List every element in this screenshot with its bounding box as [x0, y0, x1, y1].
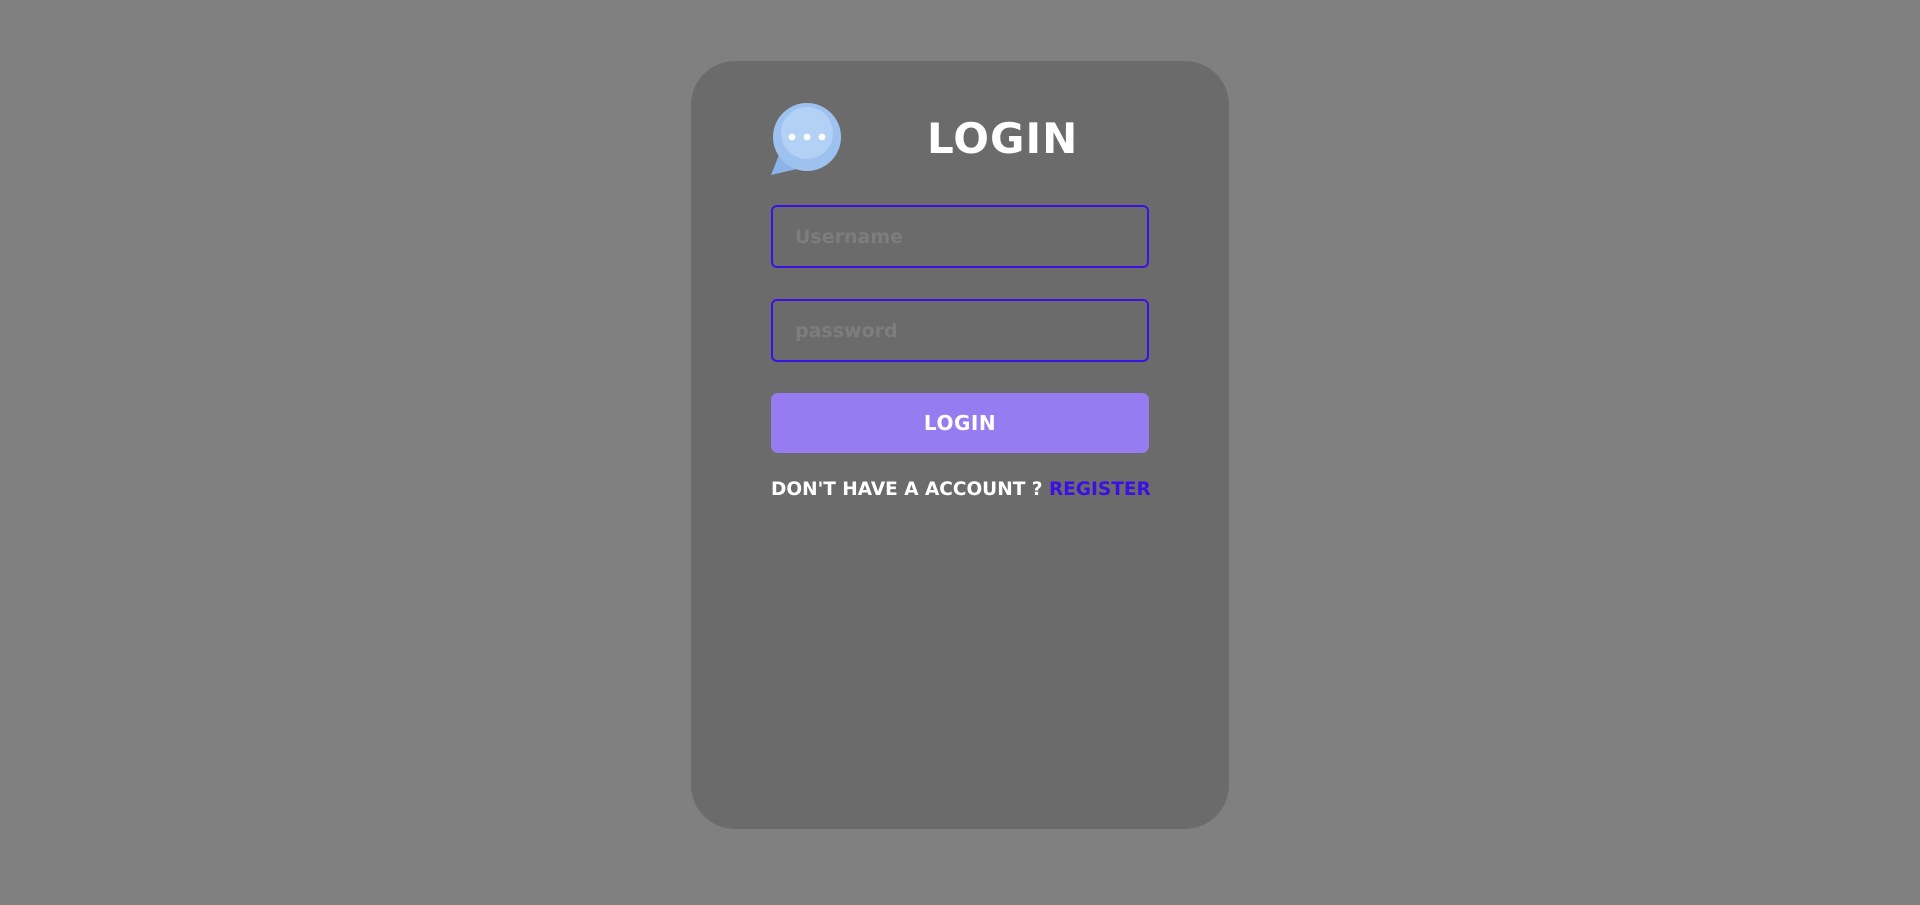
password-input[interactable] — [771, 299, 1149, 362]
username-input[interactable] — [771, 205, 1149, 268]
register-prompt: DON'T HAVE A ACCOUNT ? REGISTER — [771, 477, 1151, 503]
login-header: LOGIN — [771, 103, 1149, 175]
register-link[interactable]: REGISTER — [1049, 479, 1151, 500]
account-prompt-text: DON'T HAVE A ACCOUNT ? — [771, 479, 1043, 500]
login-card: LOGIN LOGIN DON'T HAVE A ACCOUNT ? REGIS… — [691, 61, 1229, 829]
page-title: LOGIN — [927, 114, 1079, 163]
login-button[interactable]: LOGIN — [771, 393, 1149, 453]
page-background: LOGIN LOGIN DON'T HAVE A ACCOUNT ? REGIS… — [0, 0, 1920, 905]
chat-bubble-icon — [771, 103, 843, 175]
